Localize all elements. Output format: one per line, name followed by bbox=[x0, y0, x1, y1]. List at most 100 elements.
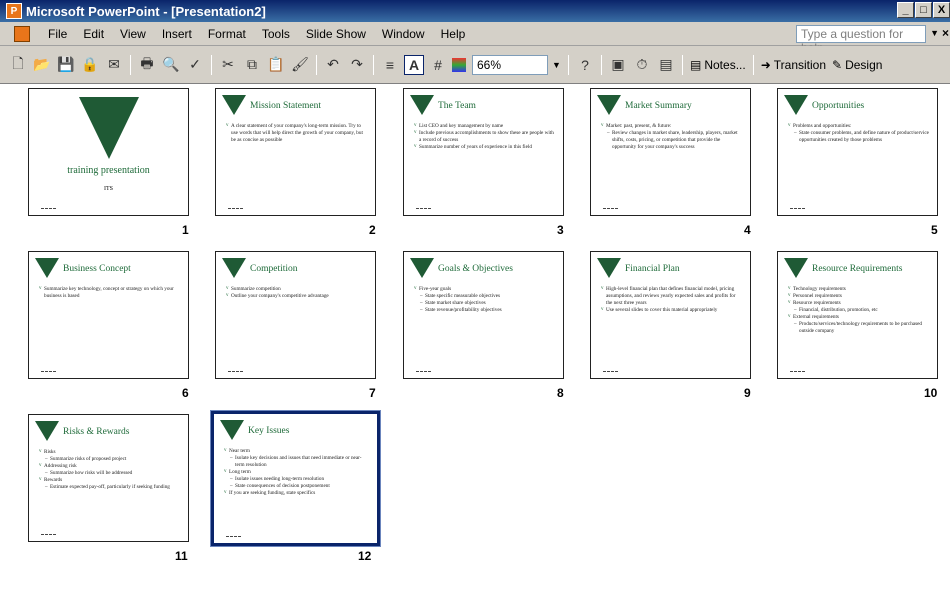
slide-thumbnail[interactable]: Risks & Rewards RisksSummarize risks of p… bbox=[28, 414, 189, 542]
menu-tools[interactable]: Tools bbox=[254, 27, 298, 41]
menu-window[interactable]: Window bbox=[374, 27, 433, 41]
slide-thumbnail[interactable]: Goals & Objectives Five-year goalsState s… bbox=[403, 251, 564, 379]
ask-question-input[interactable]: Type a question for help bbox=[796, 25, 926, 55]
menu-help[interactable]: Help bbox=[433, 27, 474, 41]
undo-icon[interactable]: ↶ bbox=[323, 55, 343, 75]
slide-title: Mission Statement bbox=[250, 101, 321, 111]
slide-title: Key Issues bbox=[248, 426, 290, 436]
slide-bullet: Problems and opportunities: bbox=[788, 123, 930, 130]
spelling-icon[interactable]: ✓ bbox=[185, 55, 205, 75]
design-label: Design bbox=[845, 57, 883, 72]
print-icon[interactable]: 🖶 bbox=[137, 55, 157, 75]
help-icon[interactable]: ? bbox=[575, 55, 595, 75]
permission-icon[interactable]: 🔒 bbox=[80, 55, 100, 75]
slide-title: Market Summary bbox=[625, 101, 692, 111]
menu-view[interactable]: View bbox=[112, 27, 154, 41]
print-preview-icon[interactable]: 🔍 bbox=[161, 55, 181, 75]
cut-icon[interactable]: ✂ bbox=[218, 55, 238, 75]
slide-thumbnail[interactable]: Market Summary Market: past, present, & f… bbox=[590, 88, 751, 216]
slide-number: 2 bbox=[369, 223, 376, 237]
slide-thumbnail[interactable]: Opportunities Problems and opportunities:… bbox=[777, 88, 938, 216]
slide-bullet: Products/services/technology requirement… bbox=[788, 321, 930, 335]
slide-bullet: If you are seeking funding, state specif… bbox=[224, 490, 366, 497]
rehearse-timings-icon[interactable]: ⏱ bbox=[632, 55, 652, 75]
slide-footer bbox=[226, 534, 242, 538]
notes-button[interactable]: ▤ Notes... bbox=[687, 58, 749, 72]
slide-thumbnail[interactable]: training presentation ITS bbox=[28, 88, 189, 216]
slide-number: 1 bbox=[182, 223, 189, 237]
format-painter-icon[interactable]: 🖌 bbox=[290, 55, 310, 75]
slide-body: Near termIsolate key decisions and issue… bbox=[224, 448, 366, 497]
menu-insert[interactable]: Insert bbox=[154, 27, 200, 41]
slide-thumbnail[interactable]: Financial Plan High-level financial plan … bbox=[590, 251, 751, 379]
menu-file[interactable]: File bbox=[40, 27, 75, 41]
slide-bullet: Estimate expected pay-off, particularly … bbox=[39, 484, 181, 491]
copy-icon[interactable]: ⧉ bbox=[242, 55, 262, 75]
slide-footer bbox=[603, 206, 619, 210]
slide-body: A clear statement of your company's long… bbox=[226, 123, 368, 144]
zoom-input[interactable]: 66% bbox=[472, 54, 548, 75]
redo-icon[interactable]: ↷ bbox=[347, 55, 367, 75]
chevron-down-icon[interactable]: ▼ bbox=[930, 28, 939, 38]
powerpoint-app-icon[interactable]: P bbox=[6, 3, 22, 19]
design-icon: ✎ bbox=[832, 57, 843, 72]
slide-body: High-level financial plan that defines f… bbox=[601, 286, 743, 314]
toolbar-separator bbox=[373, 54, 374, 75]
new-icon[interactable]: 🗋 bbox=[8, 55, 28, 75]
slide-number: 11 bbox=[175, 549, 188, 563]
transition-label: Transition bbox=[773, 57, 827, 72]
toolbar-separator bbox=[682, 54, 683, 75]
grid-icon[interactable]: # bbox=[428, 55, 448, 75]
slide-title: Goals & Objectives bbox=[438, 264, 513, 274]
title-bar: P Microsoft PowerPoint - [Presentation2]… bbox=[0, 0, 950, 22]
slide-bullet: Five-year goals bbox=[414, 286, 556, 293]
paste-icon[interactable]: 📋 bbox=[266, 55, 286, 75]
slide-bullet: Outline your company's competitive advan… bbox=[226, 293, 368, 300]
menu-format[interactable]: Format bbox=[200, 27, 254, 41]
green-triangle-logo bbox=[35, 421, 59, 441]
slide-bullet: List CEO and key management by name bbox=[414, 123, 556, 130]
maximize-button[interactable]: □ bbox=[915, 2, 932, 18]
slide-number: 9 bbox=[744, 386, 751, 400]
hide-slide-icon[interactable]: ▣ bbox=[608, 55, 628, 75]
slide-thumbnail[interactable]: Competition Summarize competitionOutline … bbox=[215, 251, 376, 379]
document-icon[interactable] bbox=[14, 25, 30, 42]
slide-bullet: Long term bbox=[224, 469, 366, 476]
menu-bar: File Edit View Insert Format Tools Slide… bbox=[0, 22, 950, 55]
slide-title: Financial Plan bbox=[625, 264, 680, 274]
show-formatting-icon[interactable]: A bbox=[404, 54, 424, 75]
slide-bullet: Summarize key technology, concept or str… bbox=[39, 286, 181, 300]
expand-all-icon[interactable]: ≡ bbox=[380, 55, 400, 75]
slide-footer bbox=[790, 369, 806, 373]
design-button[interactable]: ✎ Design bbox=[829, 58, 885, 72]
slide-thumbnail[interactable]: Mission Statement A clear statement of yo… bbox=[215, 88, 376, 216]
slide-number: 10 bbox=[924, 386, 938, 400]
slide-thumbnail[interactable]: Resource Requirements Technology requirem… bbox=[777, 251, 938, 379]
close-button[interactable]: X bbox=[933, 2, 950, 18]
menu-slide-show[interactable]: Slide Show bbox=[298, 27, 374, 41]
slide-bullet: Resource requirements bbox=[788, 300, 930, 307]
toolbar-separator bbox=[316, 54, 317, 75]
summary-slide-icon[interactable]: ▤ bbox=[656, 55, 676, 75]
save-icon[interactable]: 💾 bbox=[56, 55, 76, 75]
slide-bullet: Financial, distribution, promotion, etc bbox=[788, 307, 930, 314]
slide-thumbnail[interactable]: Key Issues Near termIsolate key decisions… bbox=[210, 410, 381, 547]
close-document-icon[interactable]: × bbox=[942, 26, 949, 40]
email-icon[interactable]: ✉ bbox=[104, 55, 124, 75]
toolbar-separator bbox=[568, 54, 569, 75]
minimize-button[interactable]: _ bbox=[897, 2, 914, 18]
transition-button[interactable]: ➜ Transition bbox=[758, 58, 829, 72]
menu-edit[interactable]: Edit bbox=[75, 27, 112, 41]
slide-thumbnail[interactable]: The Team List CEO and key management by n… bbox=[403, 88, 564, 216]
toolbar-separator bbox=[752, 54, 754, 75]
chevron-down-icon[interactable]: ▼ bbox=[552, 55, 564, 75]
toolbar-separator bbox=[211, 54, 212, 75]
notes-icon: ▤ bbox=[690, 57, 702, 72]
slide-footer bbox=[603, 369, 619, 373]
slide-body: Technology requirementsPersonnel require… bbox=[788, 286, 930, 335]
slide-thumbnail[interactable]: Business Concept Summarize key technology… bbox=[28, 251, 189, 379]
open-icon[interactable]: 📂 bbox=[32, 55, 52, 75]
slide-number: 12 bbox=[358, 549, 372, 563]
slide-title: training presentation bbox=[67, 165, 150, 176]
color-grayscale-icon[interactable] bbox=[452, 57, 466, 72]
